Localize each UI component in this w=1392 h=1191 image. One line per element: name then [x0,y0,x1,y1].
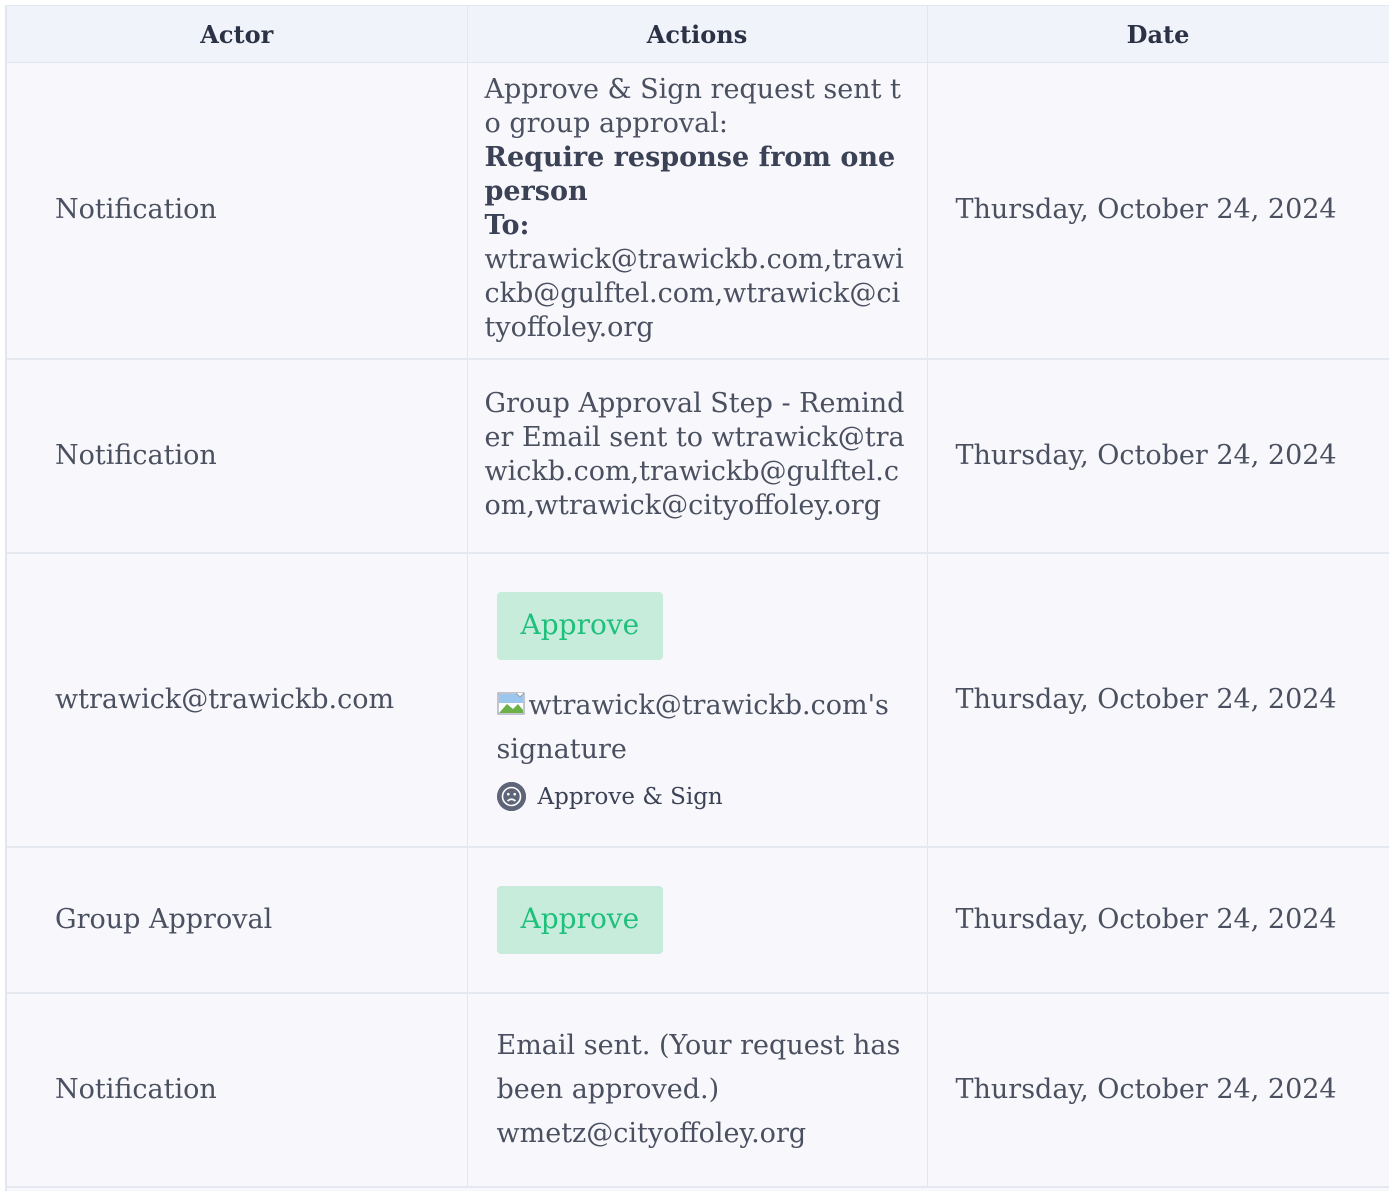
approve-sign-label: Approve & Sign [496,782,899,812]
table-row: Notification Email sent. (Your request h… [7,992,1389,1188]
audit-trail-table: Actor Actions Date Notification Approve … [7,6,1389,1188]
table-row: Notification Approve & Sign request sent… [7,62,1389,360]
actions-cell: Approve wtrawick@trawickb.com's signatur… [467,552,928,848]
actor-cell: Notification [7,62,468,360]
action-bold-text: Require response from one person [484,142,896,208]
table-row: Notification Group Approval Step - Remin… [7,358,1389,554]
actor-cell: Group Approval [7,846,468,994]
header-actor: Actor [7,6,468,63]
broken-image-icon [496,686,527,715]
audit-trail-frame: Actor Actions Date Notification Approve … [5,5,1389,1191]
user-avatar-icon [496,782,526,811]
approve-sign-text: Approve & Sign [537,783,723,810]
date-cell: Thursday, October 24, 2024 [927,552,1389,848]
approve-button[interactable]: Approve [496,591,664,660]
table-row: wtrawick@trawickb.com Approve wtrawick@t… [7,552,1389,848]
date-cell: Thursday, October 24, 2024 [927,62,1389,360]
actions-cell: Approve & Sign request sent to group app… [467,62,928,360]
signature-alt-text: wtrawick@trawickb.com's signature [496,689,889,765]
table-header-row: Actor Actions Date [7,6,1389,63]
header-date: Date [927,6,1389,63]
actor-cell: wtrawick@trawickb.com [7,552,468,848]
action-text: Approve & Sign request sent to group app… [484,74,901,140]
actor-cell: Notification [7,992,468,1188]
recipient-emails: wtrawick@trawickb.com,trawickb@gulftel.c… [484,244,904,344]
action-to-label: To: [484,210,530,242]
recipient-email: wmetz@cityoffoley.org [496,1117,807,1149]
action-text: Group Approval Step - Reminder Email sen… [484,387,905,521]
actions-cell: Email sent. (Your request has been appro… [467,992,928,1188]
date-cell: Thursday, October 24, 2024 [927,992,1389,1188]
approve-button[interactable]: Approve [496,885,664,954]
actor-cell: Notification [7,358,468,554]
date-cell: Thursday, October 24, 2024 [927,846,1389,994]
actions-cell: Group Approval Step - Reminder Email sen… [467,358,928,554]
date-cell: Thursday, October 24, 2024 [927,358,1389,554]
header-actions: Actions [467,6,928,63]
action-text: Email sent. (Your request has been appro… [496,1029,901,1105]
actions-cell: Approve [467,846,928,994]
signature-image: wtrawick@trawickb.com's signature [497,684,899,772]
table-row: Group Approval Approve Thursday, October… [7,846,1389,994]
